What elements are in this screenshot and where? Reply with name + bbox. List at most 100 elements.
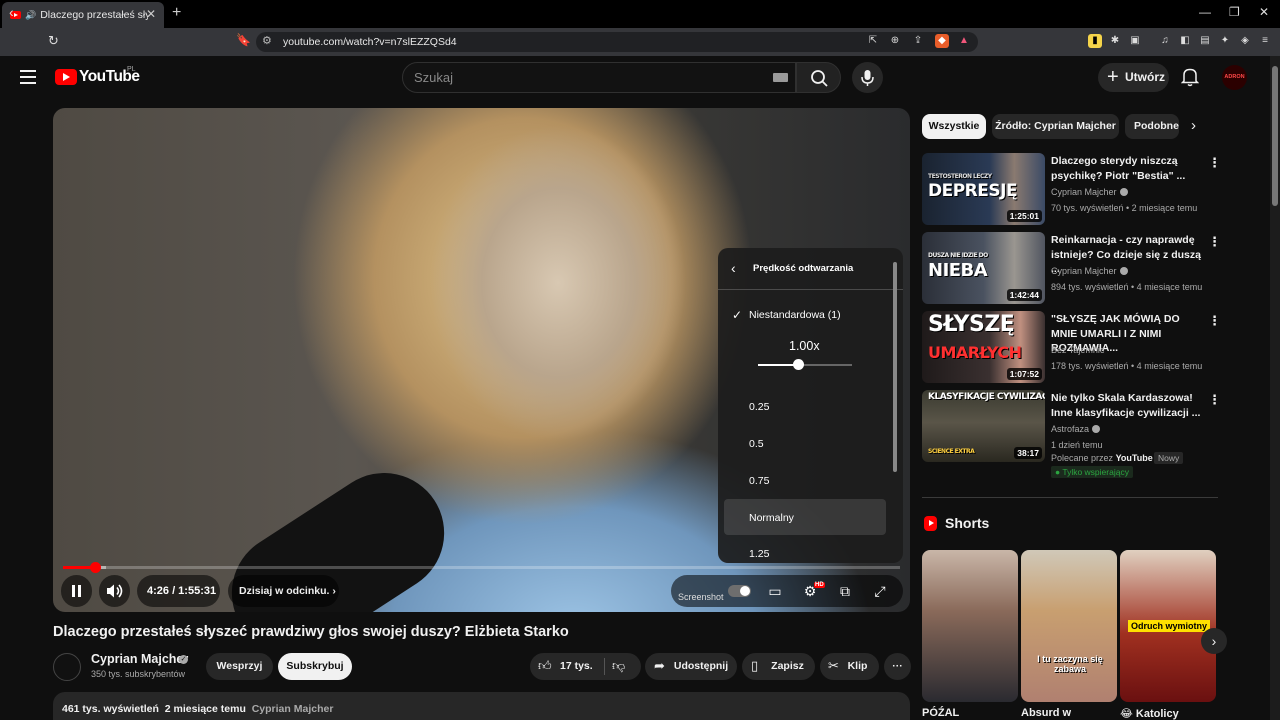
video-thumbnail[interactable]: DUSZA NIE IDZIE DO NIEBA 1:42:44 [922,232,1045,304]
speed-option[interactable]: Normalny [749,512,794,524]
shorts-next-button[interactable]: › [1201,628,1227,654]
restore-icon[interactable]: ❐ [1229,5,1240,19]
sidebar-icon[interactable]: ◧ [1178,34,1192,48]
shorts-icon [924,516,937,531]
video-thumbnail[interactable]: TESTOSTERON LECZY DEPRESJĘ 1:25:01 [922,153,1045,225]
video-thumbnail[interactable]: KLASYFIKACJE CYWILIZACJI SCIENCE EXTRA 3… [922,390,1045,462]
channel-name[interactable]: Cyprian Majcher [91,652,188,666]
thumbnail-text: DEPRESJĘ [928,181,1018,201]
recommendation-item[interactable]: TESTOSTERON LECZY DEPRESJĘ 1:25:01 Dlacz… [922,153,1222,225]
more-actions-button[interactable]: ··· [884,653,911,680]
chevron-right-icon[interactable]: › [1191,117,1196,134]
vpn-icon[interactable]: ◈ [1238,34,1252,48]
reload-icon[interactable]: ↻ [48,33,59,49]
more-vert-icon[interactable]: ⋮ [1208,155,1221,171]
recommendation-title[interactable]: Dlaczego sterydy niszczą psychikę? Piotr… [1051,154,1201,183]
back-icon[interactable]: ‹ [9,4,14,20]
close-window-icon[interactable]: ✕ [1259,5,1269,19]
speed-menu-scrollbar[interactable] [893,262,897,472]
create-button[interactable]: + Utwórz [1098,63,1169,92]
speed-slider-knob[interactable] [793,359,804,370]
ai-assistant-icon[interactable]: ✦ [1218,34,1232,48]
thumbnail-text: KLASYFIKACJE CYWILIZACJI [928,392,1045,402]
supporters-only-badge: ● Tylko wspierający [1051,466,1133,478]
more-vert-icon[interactable]: ⋮ [1208,234,1221,250]
channel-name[interactable]: Cyprian Majcher [1051,266,1117,276]
recommendation-item[interactable]: SŁYSZĘ UMARŁYCH 1:07:52 "SŁYSZĘ JAK MÓWI… [922,311,1222,383]
speed-option[interactable]: 0.5 [749,438,764,450]
duration-badge: 1:25:01 [1006,210,1042,222]
subtitles-icon[interactable]: ▭ [766,582,784,600]
subscribe-button[interactable]: Subskrybuj [278,653,352,680]
custom-speed-value: 1.00x [789,339,820,353]
close-tab-icon[interactable]: ✕ [146,7,156,21]
short-title[interactable]: 😂 Katolicy [1120,707,1179,720]
progress-scrubber[interactable] [90,562,101,573]
screenshot-extension-icon[interactable]: ▣ [1128,34,1142,48]
screenshot-toggle[interactable] [728,585,751,597]
short-title[interactable]: PÓŹAL [922,707,959,719]
short-thumbnail[interactable] [922,550,1018,702]
miniplayer-icon[interactable]: ⧉ [836,582,854,600]
page-scrollbar-thumb[interactable] [1272,66,1278,206]
youtube-logo-icon[interactable] [55,69,77,85]
fullscreen-icon[interactable]: ⤢ [871,582,889,600]
more-vert-icon[interactable]: ⋮ [1208,313,1221,329]
volume-icon [107,584,123,598]
thumbs-down-icon[interactable]: 👎︎ [612,658,625,674]
description-meta: 461 tys. wyświetleń 2 miesiące temu Cypr… [62,703,334,715]
channel-avatar[interactable] [53,653,81,681]
thumbs-up-icon: 👍︎ [538,658,552,673]
bookmark-icon[interactable]: 🔖 [236,33,251,47]
progress-bar[interactable] [63,566,900,569]
brave-shield-icon[interactable]: ◆ [935,34,949,48]
voice-search-button[interactable] [852,62,883,93]
speed-option[interactable]: 1.25 [749,548,769,560]
browser-tab[interactable]: 🔊 Dlaczego przestałeś słyszeć p ✕ [2,2,164,28]
screenshot-label: Screenshot [678,592,724,602]
search-button[interactable] [796,62,841,93]
speed-option[interactable]: 0.25 [749,401,769,413]
chip-similar[interactable]: Podobne [1125,114,1179,139]
chip-all[interactable]: Wszystkie [922,114,986,139]
account-avatar[interactable]: ADRON [1222,65,1247,90]
extensions-puzzle-icon[interactable]: ✱ [1108,34,1122,48]
recommendation-title[interactable]: Nie tylko Skala Kardaszowa! Inne klasyfi… [1051,391,1201,420]
site-info-icon[interactable]: ⚙ [262,34,272,47]
custom-speed-option[interactable]: Niestandardowa (1) [749,309,841,321]
notifications-button[interactable] [1180,67,1200,92]
more-vert-icon[interactable]: ⋮ [1208,392,1221,408]
minimize-icon[interactable]: — [1199,5,1211,19]
mute-button[interactable] [99,575,130,607]
channel-name[interactable]: Bez Tajemnic [1051,345,1104,355]
zoom-icon[interactable]: ⊕ [888,34,902,48]
short-thumbnail[interactable]: I tu zaczyna się zabawa [1021,550,1117,702]
open-external-icon[interactable]: ⇱ [866,34,880,48]
channel-name[interactable]: Cyprian Majcher [1051,187,1117,197]
short-title[interactable]: Absurd w [1021,707,1071,719]
channel-name[interactable]: Astrofaza [1051,424,1089,434]
extension-yellow-icon[interactable]: ▮ [1088,34,1102,48]
rewards-icon[interactable]: ▲ [957,34,971,48]
forward-icon[interactable]: › [30,4,35,20]
chevron-right-icon: › [332,585,336,597]
keyboard-icon[interactable] [773,73,788,82]
wallet-icon[interactable]: ▤ [1198,34,1212,48]
video-thumbnail[interactable]: SŁYSZĘ UMARŁYCH 1:07:52 [922,311,1045,383]
short-thumbnail[interactable]: Odruch wymiotny [1120,550,1216,702]
media-icon[interactable]: ♫ [1158,34,1172,48]
menu-icon[interactable]: ≡ [1258,34,1272,48]
share-page-icon[interactable]: ⇪ [911,34,925,48]
search-input[interactable] [402,62,796,93]
time-display: 4:26 / 1:55:31 [147,585,217,597]
speed-option[interactable]: 0.75 [749,475,769,487]
speed-menu-title: Prędkość odtwarzania [753,263,854,274]
back-chevron-icon[interactable]: ‹ [731,260,736,276]
chip-source[interactable]: Źródło: Cyprian Majcher [992,114,1119,139]
new-tab-button[interactable]: + [172,4,181,22]
browser-tab-bar [0,0,1280,28]
guide-menu-icon[interactable] [20,70,36,84]
recommendation-item[interactable]: DUSZA NIE IDZIE DO NIEBA 1:42:44 Reinkar… [922,232,1222,304]
pause-button[interactable] [61,575,92,607]
join-button[interactable]: Wesprzyj [206,653,273,680]
